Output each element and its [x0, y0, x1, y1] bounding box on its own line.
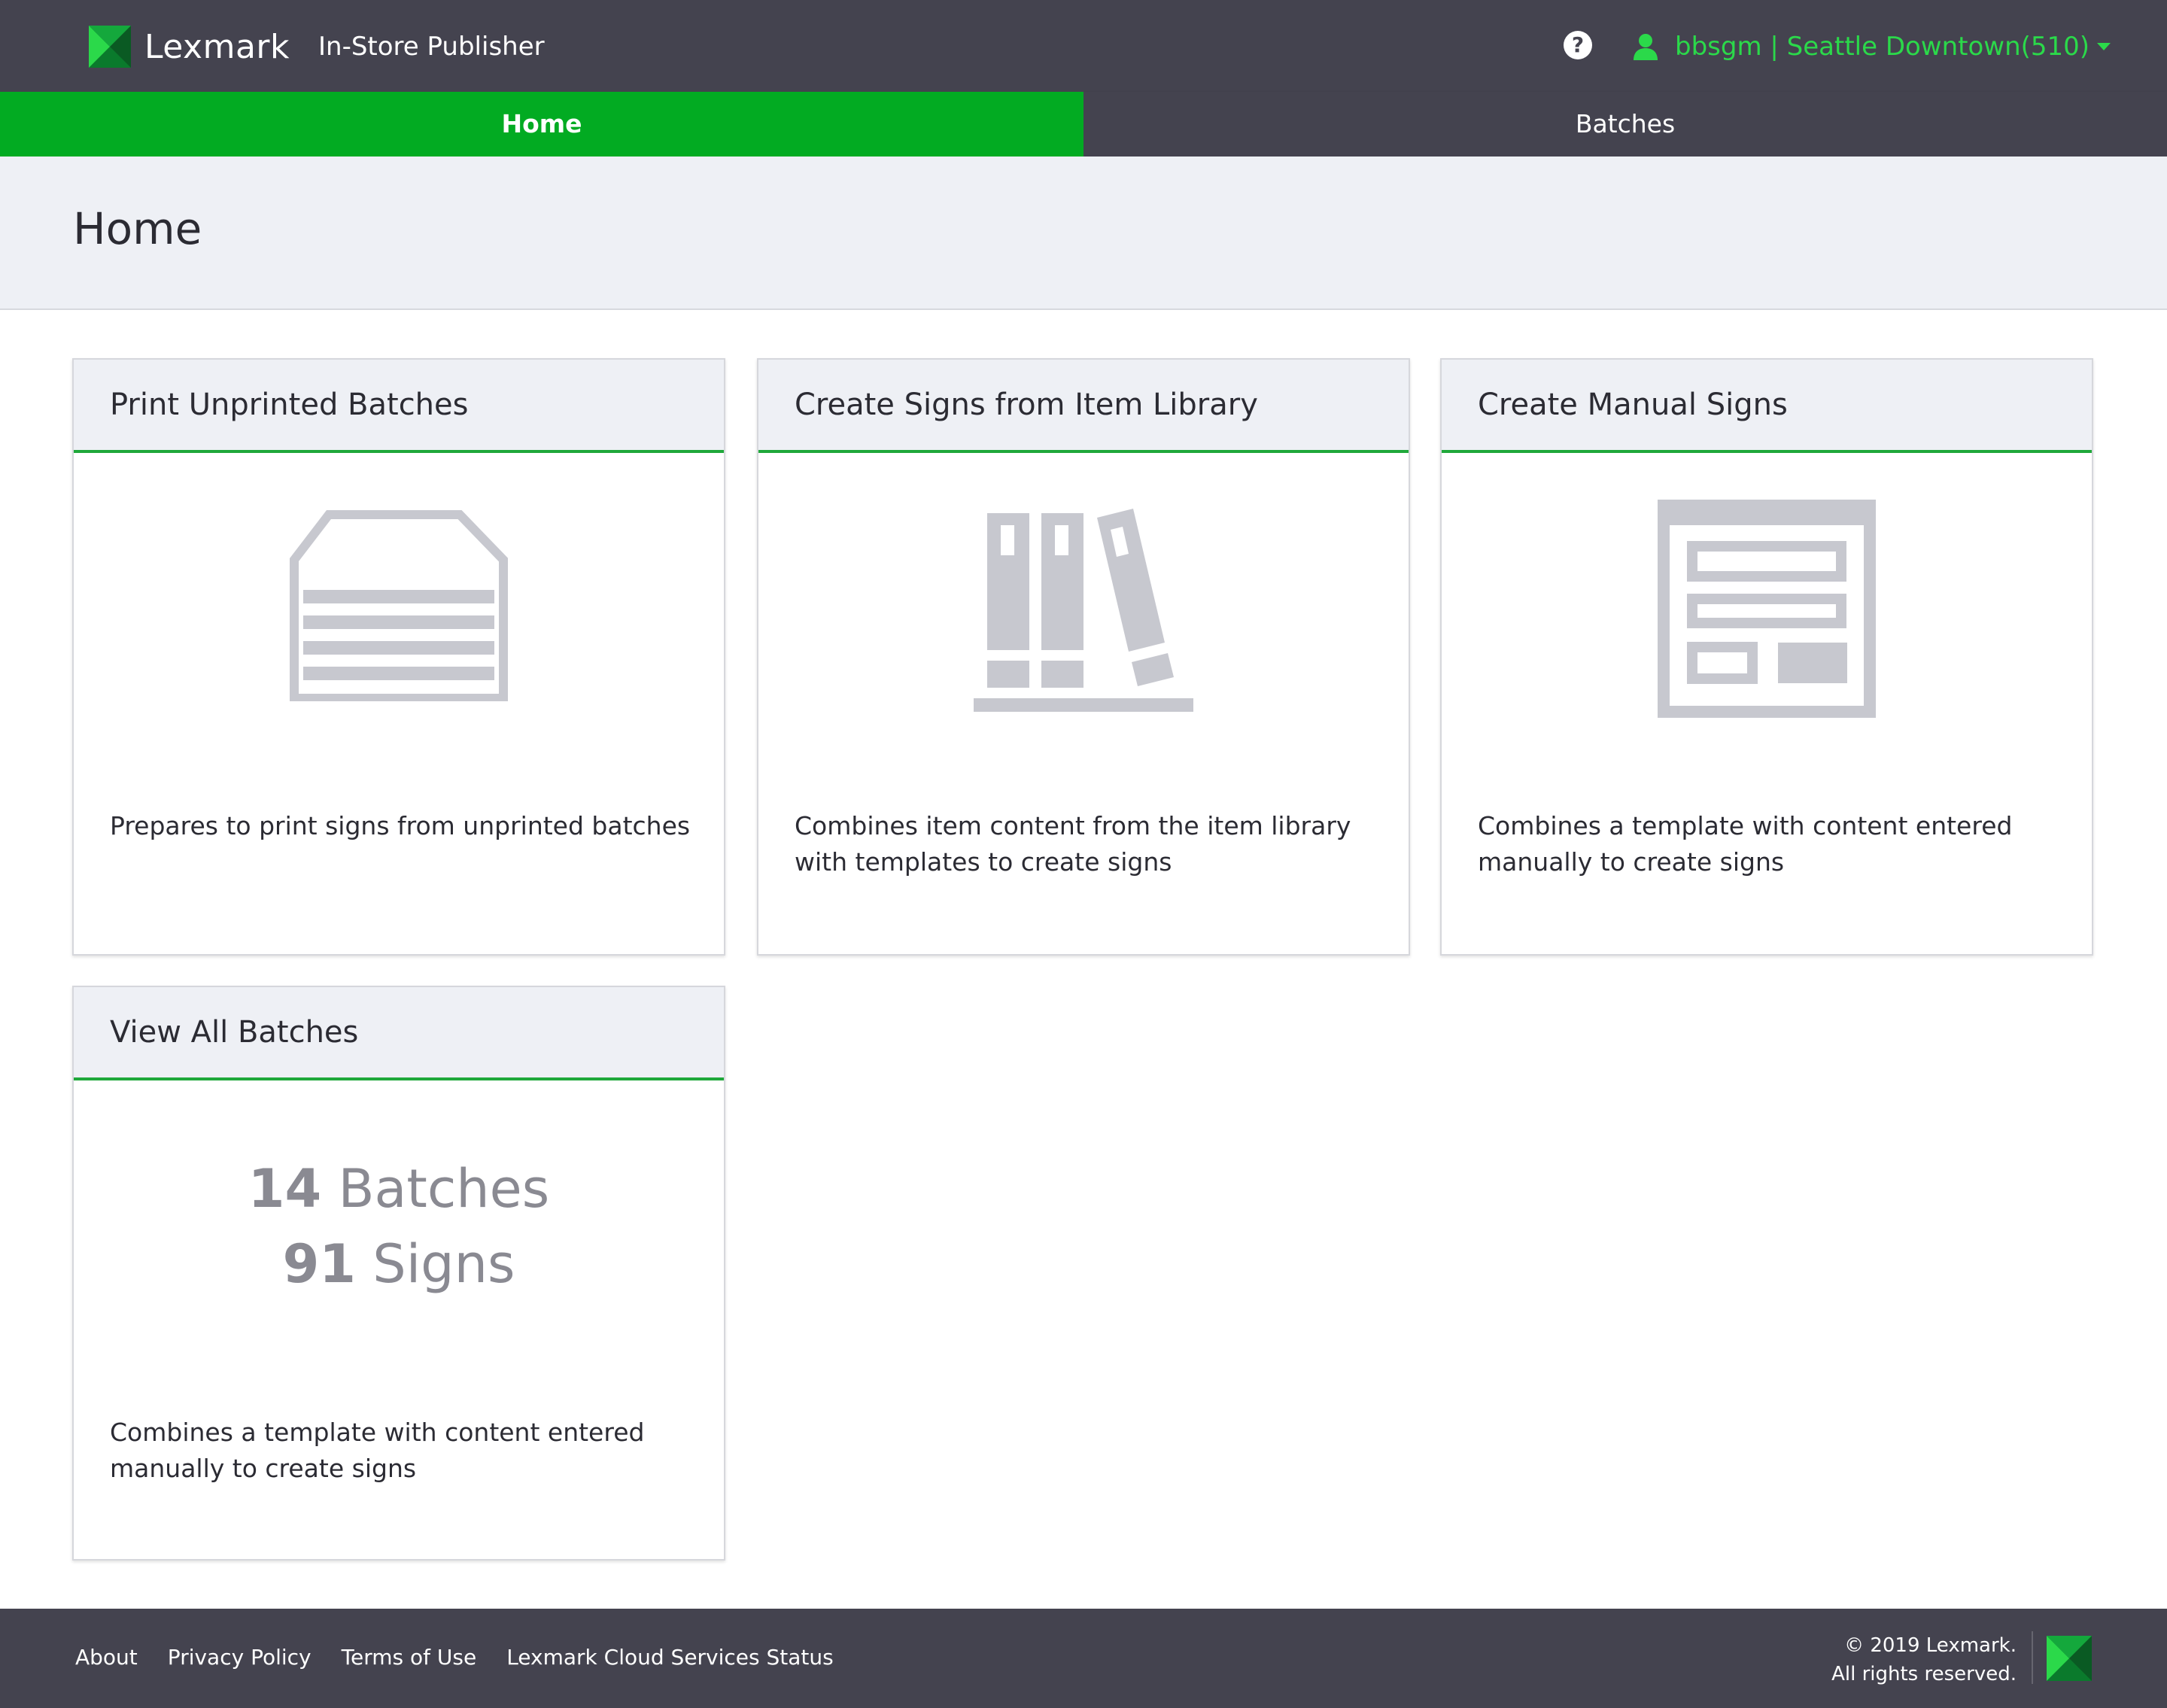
- card-view-all-batches[interactable]: View All Batches 14 Batches 91 Signs Com…: [72, 986, 725, 1561]
- card-description: Prepares to print signs from unprinted b…: [110, 811, 691, 840]
- printer-tray-icon: [290, 510, 508, 703]
- card-print-unprinted-batches[interactable]: Print Unprinted Batches Prepares to prin…: [72, 358, 725, 956]
- user-icon: [1634, 34, 1658, 60]
- card-create-signs-from-item-library[interactable]: Create Signs from Item Library Combines …: [757, 358, 1410, 956]
- card-title: Create Manual Signs: [1442, 360, 2092, 453]
- lexmark-logo-icon: [89, 26, 131, 68]
- document-template-icon: [1658, 500, 1876, 718]
- card-title: Create Signs from Item Library: [758, 360, 1409, 453]
- tab-home[interactable]: Home: [0, 92, 1084, 157]
- copyright-line-1: © 2019 Lexmark.: [1844, 1634, 2017, 1657]
- question-circle-icon[interactable]: ?: [1564, 31, 1592, 59]
- batches-count: 14: [248, 1158, 322, 1220]
- footer: About Privacy Policy Terms of Use Lexmar…: [0, 1609, 2167, 1708]
- footer-link-about[interactable]: About: [75, 1645, 138, 1670]
- lexmark-logo[interactable]: Lexmark: [89, 26, 290, 68]
- copyright-line-2: All rights reserved.: [1831, 1663, 2017, 1685]
- card-description: Combines a template with content entered…: [1478, 811, 2013, 877]
- batches-label: Batches: [338, 1158, 550, 1220]
- page-header: Home: [0, 157, 2167, 310]
- user-label: bbsgm | Seattle Downtown(510): [1675, 32, 2090, 62]
- card-create-manual-signs[interactable]: Create Manual Signs Combines a template …: [1440, 358, 2093, 956]
- lexmark-footer-logo-icon: [2047, 1636, 2092, 1681]
- brand-name: Lexmark: [144, 27, 290, 66]
- footer-divider: [2032, 1631, 2033, 1684]
- card-title: View All Batches: [74, 987, 724, 1080]
- top-bar: Lexmark In-Store Publisher ? bbsgm | Sea…: [0, 0, 2167, 92]
- footer-link-privacy-policy[interactable]: Privacy Policy: [168, 1645, 312, 1670]
- card-description: Combines item content from the item libr…: [795, 811, 1351, 877]
- tab-batches[interactable]: Batches: [1084, 92, 2167, 157]
- user-menu[interactable]: bbsgm | Seattle Downtown(510): [1633, 27, 2111, 66]
- copyright: © 2019 Lexmark. All rights reserved.: [1831, 1631, 2017, 1688]
- signs-count: 91: [282, 1233, 356, 1295]
- signs-label: Signs: [372, 1233, 515, 1295]
- signs-stat: 91 Signs: [74, 1226, 724, 1302]
- card-description: Combines a template with content entered…: [110, 1418, 645, 1483]
- footer-link-terms-of-use[interactable]: Terms of Use: [342, 1645, 477, 1670]
- nav-tabs: Home Batches: [0, 92, 2167, 157]
- chevron-down-icon: [2097, 43, 2111, 50]
- page-title: Home: [73, 203, 202, 254]
- app-name: In-Store Publisher: [318, 32, 545, 62]
- footer-links: About Privacy Policy Terms of Use Lexmar…: [75, 1645, 864, 1670]
- footer-link-cloud-status[interactable]: Lexmark Cloud Services Status: [506, 1645, 834, 1670]
- books-library-icon: [974, 509, 1193, 712]
- card-title: Print Unprinted Batches: [74, 360, 724, 453]
- batches-stat: 14 Batches: [74, 1151, 724, 1226]
